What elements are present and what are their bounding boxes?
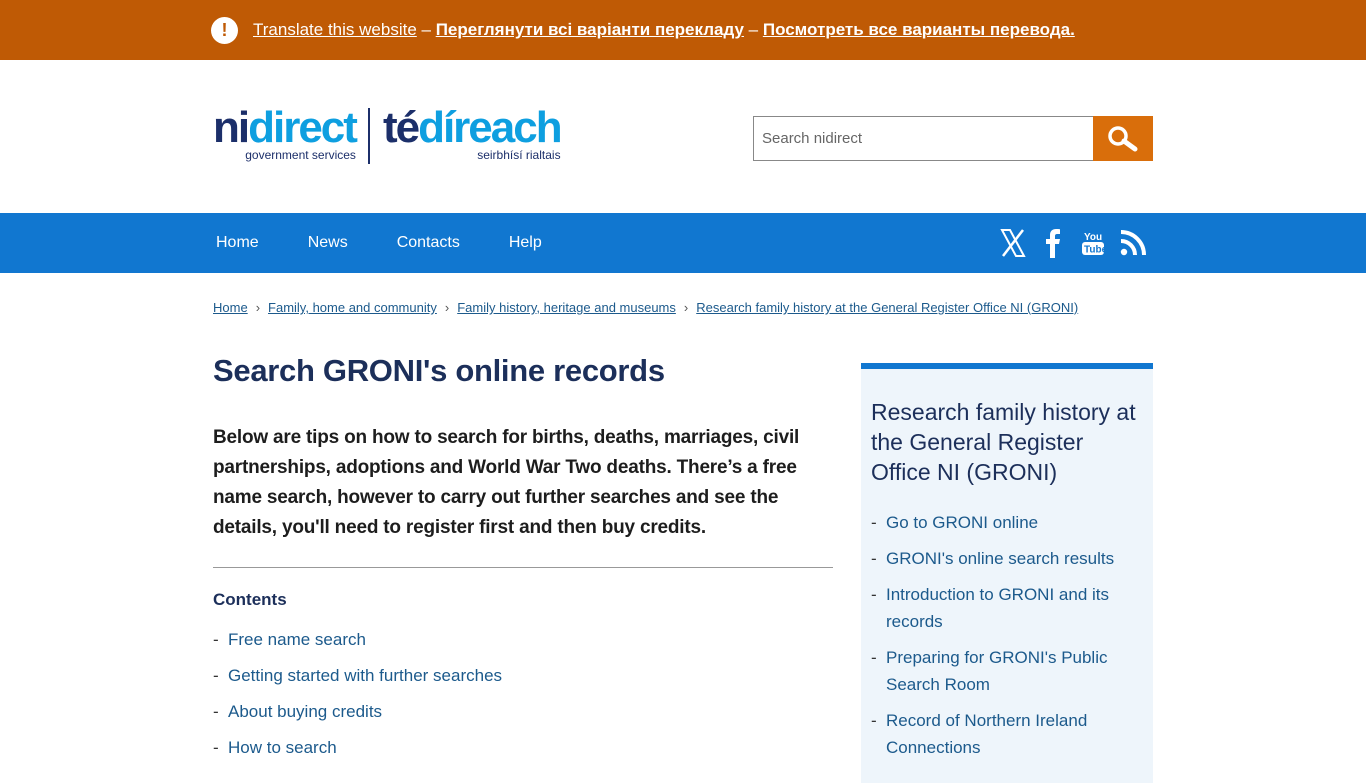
breadcrumb-separator: ›	[683, 300, 689, 315]
sidebar-link-public-search-room[interactable]: Preparing for GRONI's Public Search Room	[886, 644, 1143, 698]
logo-direct: direct	[248, 103, 358, 152]
page-content: Home › Family, home and community › Family h…	[213, 273, 1153, 783]
logo-irish-sub: seirbhísí rialtais	[477, 148, 561, 162]
logo-te: té	[382, 103, 420, 152]
breadcrumb-separator: ›	[255, 300, 261, 315]
social-links: You Tube	[993, 213, 1153, 273]
separator: –	[743, 20, 763, 39]
translate-link-russian[interactable]: Посмотреть все варианты перевода.	[763, 20, 1075, 39]
logo-divider	[367, 108, 370, 164]
youtube-icon[interactable]: You Tube	[1073, 230, 1113, 256]
main-nav: Home News Contacts Help You Tube	[0, 213, 1366, 273]
separator: –	[416, 20, 436, 39]
nav-home[interactable]: Home	[216, 234, 259, 252]
sidebar-link-ni-connections[interactable]: Record of Northern Ireland Connections	[886, 707, 1143, 761]
contents-link-free-name-search[interactable]: Free name search	[228, 630, 366, 650]
sidebar-link-go-to-groni[interactable]: Go to GRONI online	[886, 509, 1038, 536]
logo-ni: ni	[213, 103, 250, 152]
page-title: Search GRONI's online records	[213, 353, 665, 388]
search-input[interactable]	[753, 116, 1093, 161]
nav-contacts[interactable]: Contacts	[397, 234, 460, 252]
translate-links: Translate this website – Переглянути всі…	[253, 20, 1075, 40]
sidebar-link-introduction[interactable]: Introduction to GRONI and its records	[886, 581, 1143, 635]
list-item: - Getting started with further searches	[213, 666, 503, 686]
facebook-icon[interactable]	[1033, 228, 1073, 258]
breadcrumb-family-history[interactable]: Family history, heritage and museums	[457, 300, 676, 315]
contents-link-buying-credits[interactable]: About buying credits	[228, 702, 382, 722]
contents-link-getting-started[interactable]: Getting started with further searches	[228, 666, 502, 686]
list-item: - Preparing for GRONI's Public Search Roo…	[871, 644, 1143, 698]
list-item: - Free name search	[213, 630, 366, 650]
nav-help[interactable]: Help	[509, 234, 542, 252]
search-icon	[1108, 125, 1138, 151]
logo-irish: tédíreach seirbhísí rialtais	[383, 106, 563, 162]
translate-bar: ! Translate this website – Переглянути в…	[0, 0, 1366, 60]
logo-english: nidirect government services	[213, 106, 358, 162]
svg-text:Tube: Tube	[1084, 245, 1105, 256]
logo-direach: díreach	[418, 103, 563, 152]
logo-english-sub: government services	[245, 148, 356, 162]
sidebar-links: - Go to GRONI online - GRONI's online sear…	[871, 509, 1143, 761]
breadcrumb-research-groni[interactable]: Research family history at the General R…	[696, 300, 1078, 315]
list-item: - GRONI's online search results	[871, 545, 1143, 572]
sidebar-title: Research family history at the General R…	[871, 399, 1136, 485]
related-sidebar: Research family history at the General R…	[861, 363, 1153, 783]
page-summary: Below are tips on how to search for birt…	[213, 427, 800, 538]
list-item: - Record of Northern Ireland Connections	[871, 707, 1143, 761]
breadcrumb-home[interactable]: Home	[213, 300, 248, 315]
breadcrumb-separator: ›	[444, 300, 450, 315]
translate-link-ukrainian[interactable]: Переглянути всі варіанти перекладу	[436, 20, 744, 39]
breadcrumb: Home › Family, home and community › Family h…	[213, 300, 1078, 315]
search-button[interactable]	[1093, 116, 1153, 161]
nav-news[interactable]: News	[308, 234, 348, 252]
svg-text:You: You	[1084, 232, 1102, 243]
list-item: - Introduction to GRONI and its records	[871, 581, 1143, 635]
contents-heading: Contents	[213, 590, 287, 609]
search-form	[753, 116, 1153, 161]
main-content: Search GRONI's online records Below are …	[213, 353, 833, 774]
rss-icon[interactable]	[1113, 230, 1153, 256]
translate-link[interactable]: Translate this website	[253, 20, 417, 39]
list-item: - About buying credits	[213, 702, 383, 722]
divider	[213, 567, 833, 568]
breadcrumb-family-home-community[interactable]: Family, home and community	[268, 300, 437, 315]
list-item: - Go to GRONI online	[871, 509, 1143, 536]
site-logo[interactable]: nidirect government services tédíreach s…	[213, 106, 563, 164]
sidebar-link-search-results[interactable]: GRONI's online search results	[886, 545, 1114, 572]
x-icon[interactable]	[993, 229, 1033, 257]
site-header: nidirect government services tédíreach s…	[0, 60, 1366, 213]
contents-link-how-to-search[interactable]: How to search	[228, 738, 337, 758]
list-item: - How to search	[213, 738, 337, 758]
contents-list: - Free name search - Getting started with …	[213, 630, 833, 758]
alert-icon: !	[211, 16, 238, 44]
